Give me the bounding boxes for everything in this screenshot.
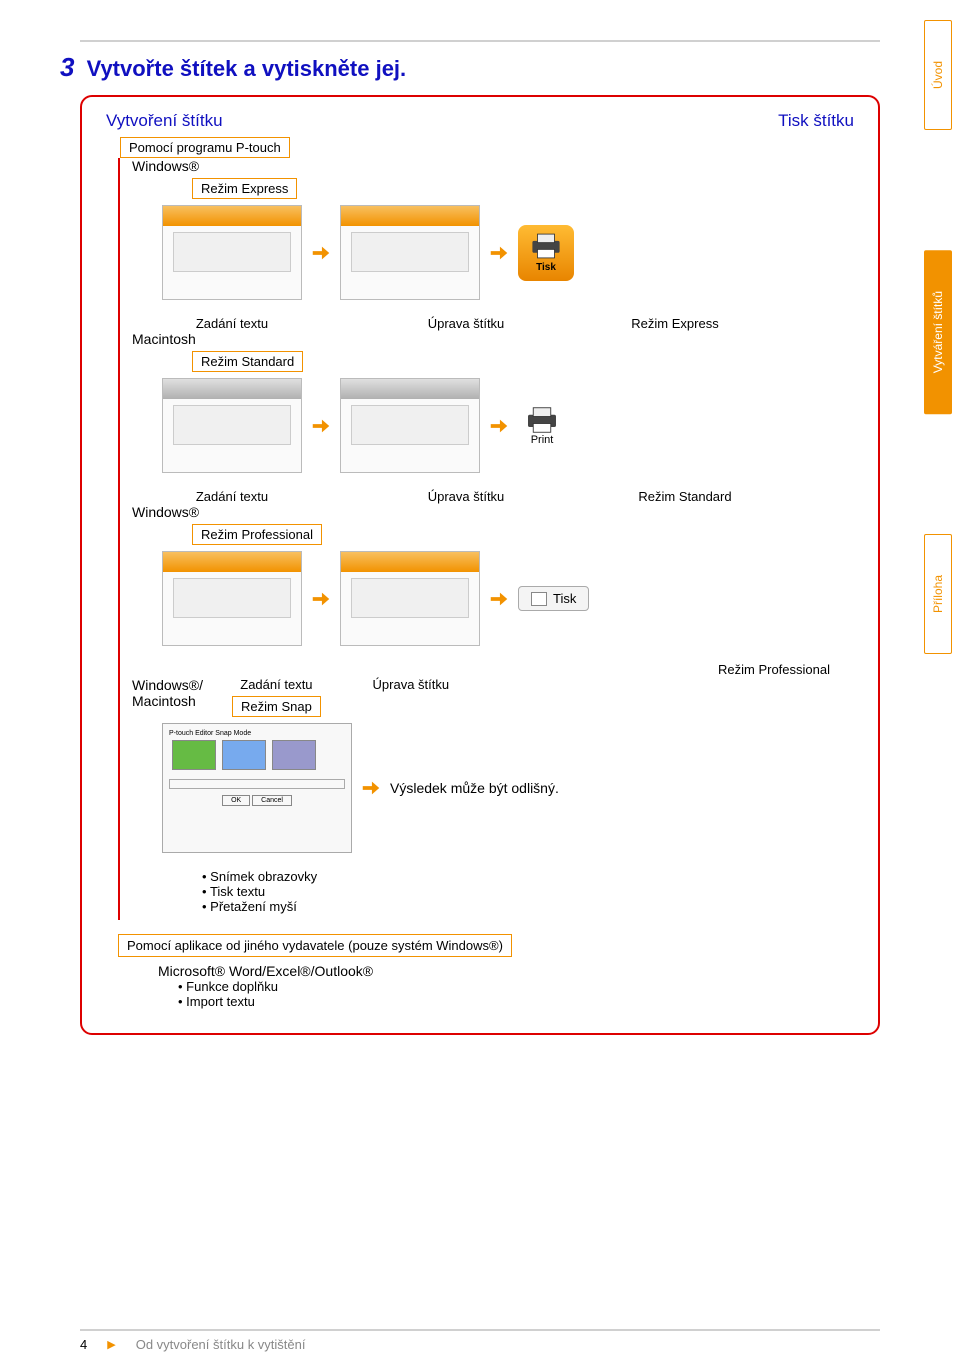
snap-bullets: Snímek obrazovky Tisk textu Přetažení my… <box>202 869 860 914</box>
step-title-text: Vytvořte štítek a vytiskněte jej. <box>87 56 407 81</box>
bullet-item: Tisk textu <box>202 884 860 899</box>
bullet-item: Funkce doplňku <box>178 979 860 994</box>
tab-priloha[interactable]: Příloha <box>924 534 952 654</box>
col-input-label: Zadání textu <box>162 316 302 331</box>
print-icon[interactable]: Print <box>518 406 566 446</box>
bullet-item: Přetažení myší <box>202 899 860 914</box>
snap-dialog-thumbnail: P-touch Editor Snap Mode OK Cancel <box>162 723 352 853</box>
step-number: 3 <box>60 52 74 82</box>
other-app-bullets: Funkce doplňku Import textu <box>178 979 860 1009</box>
os-windows-2: Windows® <box>132 504 860 520</box>
page: Úvod Vytváření štítků Příloha 3 Vytvořte… <box>0 0 960 1372</box>
snap-result-text: Výsledek může být odlišný. <box>390 780 559 796</box>
arrow-icon <box>488 415 510 437</box>
page-number: 4 <box>80 1337 87 1352</box>
screenshot-thumbnail <box>340 378 480 473</box>
bullet-item: Import textu <box>178 994 860 1009</box>
other-app-sub: Microsoft® Word/Excel®/Outlook® <box>158 963 860 979</box>
step-heading: 3 Vytvořte štítek a vytiskněte jej. <box>60 52 880 83</box>
mode-professional-box: Režim Professional <box>192 524 322 545</box>
page-footer: 4 ▶ Od vytvoření štítku k vytištění <box>0 1329 960 1352</box>
col-edit-label: Úprava štítku <box>396 489 536 504</box>
mode-professional-label: Režim Professional <box>718 662 830 677</box>
mode-snap-box: Režim Snap <box>232 696 321 717</box>
footer-text: Od vytvoření štítku k vytištění <box>136 1337 306 1352</box>
screenshot-thumbnail <box>162 551 302 646</box>
screenshot-thumbnail <box>162 205 302 300</box>
side-tabs: Úvod Vytváření štítků Příloha <box>924 20 952 654</box>
os-windows-1: Windows® <box>132 158 860 174</box>
mode-standard-box: Režim Standard <box>192 351 303 372</box>
section-create-label: Vytvoření štítku <box>100 111 229 131</box>
bullet-item: Snímek obrazovky <box>202 869 860 884</box>
print-icon-label: Tisk <box>536 262 556 273</box>
print-icon-label: Print <box>531 434 554 446</box>
main-flow-box: Vytvoření štítku Tisk štítku Pomocí prog… <box>80 95 880 1035</box>
arrow-icon <box>310 242 332 264</box>
mode-standard-label: Režim Standard <box>630 489 740 504</box>
screenshot-thumbnail <box>340 205 480 300</box>
tisk-button[interactable]: Tisk <box>518 586 589 611</box>
footer-arrow-icon: ▶ <box>107 1338 115 1351</box>
os-winmac: Windows®/ Macintosh <box>132 677 212 709</box>
tab-vytvareni[interactable]: Vytváření štítků <box>924 250 952 414</box>
mode-express-box: Režim Express <box>192 178 297 199</box>
arrow-icon <box>310 415 332 437</box>
screenshot-thumbnail <box>340 551 480 646</box>
arrow-icon <box>488 588 510 610</box>
col-input-label: Zadání textu <box>232 677 321 692</box>
tab-uvod[interactable]: Úvod <box>924 20 952 130</box>
section-print-label: Tisk štítku <box>772 111 860 131</box>
arrow-icon <box>360 777 382 799</box>
os-macintosh: Macintosh <box>132 331 860 347</box>
screenshot-thumbnail <box>162 378 302 473</box>
tisk-button-label: Tisk <box>553 591 576 606</box>
header-rule <box>80 40 880 42</box>
col-edit-label: Úprava štítku <box>396 316 536 331</box>
col-input-label: Zadání textu <box>162 489 302 504</box>
print-icon[interactable]: Tisk <box>518 225 574 281</box>
other-app-box: Pomocí aplikace od jiného vydavatele (po… <box>118 934 512 957</box>
mode-express-label: Režim Express <box>630 316 720 331</box>
arrow-icon <box>310 588 332 610</box>
arrow-icon <box>488 242 510 264</box>
col-edit-label: Úprava štítku <box>341 677 481 692</box>
ptouch-box: Pomocí programu P-touch <box>120 137 290 158</box>
